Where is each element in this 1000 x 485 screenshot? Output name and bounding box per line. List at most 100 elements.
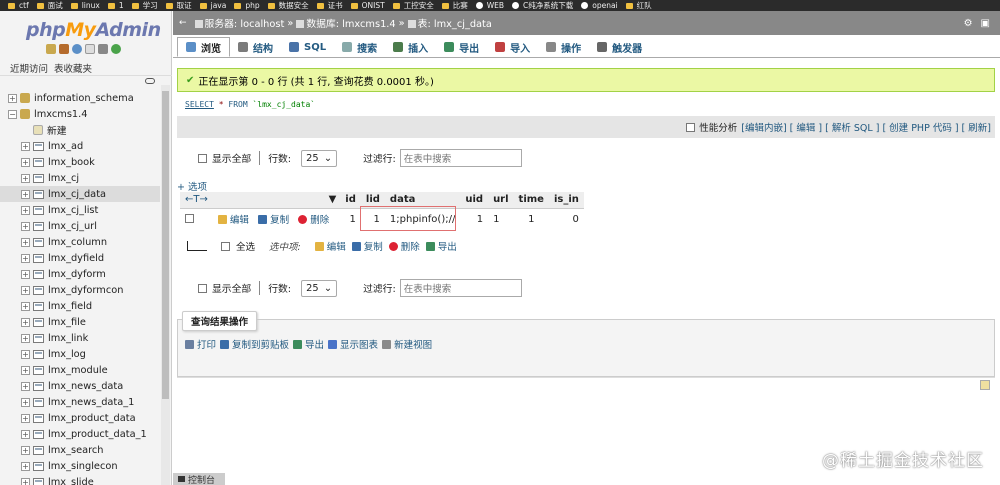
- expand-toggle-icon[interactable]: +: [21, 349, 30, 359]
- phpmyadmin-logo[interactable]: phpMyAdmin: [26, 19, 161, 41]
- expand-toggle-icon[interactable]: +: [21, 173, 30, 183]
- bookmark-icon[interactable]: [980, 380, 990, 390]
- expand-toggle-icon[interactable]: +: [21, 269, 30, 279]
- tree-item[interactable]: + lmx_slide: [0, 474, 160, 485]
- bookmark-item[interactable]: 比赛: [441, 0, 468, 11]
- sql-select-keyword[interactable]: SELECT: [185, 100, 214, 109]
- tree-item[interactable]: + lmx_dyformcon: [0, 282, 160, 298]
- row-copy-link[interactable]: 复制: [258, 212, 289, 226]
- filter-input[interactable]: 在表中搜索: [399, 279, 522, 297]
- export-button[interactable]: 导出: [293, 337, 324, 351]
- bookmark-item[interactable]: 证书: [316, 0, 343, 11]
- column-header-uid[interactable]: uid: [460, 192, 489, 209]
- expand-toggle-icon[interactable]: +: [21, 253, 30, 263]
- query-tool-links[interactable]: [编辑内嵌] [ 编辑 ] [ 解析 SQL ] [ 创建 PHP 代码 ] […: [741, 120, 991, 134]
- create-view-button[interactable]: 新建视图: [382, 337, 432, 351]
- cell-uid[interactable]: 1: [460, 208, 488, 230]
- tab-2[interactable]: SQL: [281, 37, 334, 57]
- reload-icon[interactable]: [111, 44, 121, 54]
- tree-item[interactable]: + lmx_dyform: [0, 266, 160, 282]
- link-with-main-icon[interactable]: [145, 78, 155, 84]
- show-chart-button[interactable]: 显示图表: [328, 337, 378, 351]
- bookmark-item[interactable]: C纯净系统下载: [512, 0, 573, 11]
- tab-6[interactable]: 导入: [487, 37, 538, 57]
- options-link[interactable]: + 选项: [177, 179, 207, 193]
- tab-7[interactable]: 操作: [538, 37, 589, 57]
- bulk-export-button[interactable]: 导出: [425, 239, 457, 253]
- expand-toggle-icon[interactable]: +: [21, 205, 30, 215]
- cell-id[interactable]: 1: [340, 208, 361, 230]
- row-edit-link[interactable]: 编辑: [217, 212, 249, 226]
- cell-is_in[interactable]: 0: [549, 208, 584, 230]
- tree-item[interactable]: + lmx_search: [0, 442, 160, 458]
- expand-toggle-icon[interactable]: +: [21, 429, 30, 439]
- tree-item[interactable]: + lmx_cj_list: [0, 202, 160, 218]
- cell-url[interactable]: 1: [488, 208, 513, 230]
- recent-tab[interactable]: 近期访问: [10, 61, 48, 75]
- tree-item[interactable]: − lmxcms1.4: [0, 106, 160, 122]
- scrollbar-thumb[interactable]: [162, 91, 169, 399]
- bookmark-item[interactable]: 数据安全: [267, 0, 309, 11]
- tree-item[interactable]: + lmx_dyfield: [0, 250, 160, 266]
- tree-item[interactable]: + lmx_link: [0, 330, 160, 346]
- bookmark-item[interactable]: 面试: [36, 0, 63, 11]
- bookmark-item[interactable]: php: [234, 1, 260, 10]
- expand-toggle-icon[interactable]: +: [8, 93, 17, 103]
- column-header-url[interactable]: url: [488, 192, 514, 209]
- favorites-tab[interactable]: 表收藏夹: [54, 61, 92, 75]
- console-tab[interactable]: 控制台: [173, 473, 225, 485]
- logout-icon[interactable]: [59, 44, 69, 54]
- bulk-edit-button[interactable]: 编辑: [314, 239, 346, 253]
- row-checkbox[interactable]: [185, 213, 194, 223]
- expand-toggle-icon[interactable]: +: [21, 445, 30, 455]
- bulk-copy-button[interactable]: 复制: [351, 239, 383, 253]
- tree-item[interactable]: + lmx_module: [0, 362, 160, 378]
- tab-4[interactable]: 插入: [385, 37, 436, 57]
- tree-item[interactable]: 新建: [0, 122, 160, 138]
- row-delete-link[interactable]: 删除: [298, 212, 329, 226]
- tree-item[interactable]: + lmx_book: [0, 154, 160, 170]
- tree-item[interactable]: + lmx_news_data: [0, 378, 160, 394]
- expand-toggle-icon[interactable]: +: [21, 157, 30, 167]
- home-icon[interactable]: [46, 44, 56, 54]
- expand-toggle-icon[interactable]: +: [21, 221, 30, 231]
- expand-toggle-icon[interactable]: +: [21, 397, 30, 407]
- bookmark-item[interactable]: WEB: [475, 1, 504, 10]
- tree-item[interactable]: + lmx_log: [0, 346, 160, 362]
- tab-1[interactable]: 结构: [230, 37, 281, 57]
- expand-toggle-icon[interactable]: +: [21, 285, 30, 295]
- expand-icon[interactable]: ▣: [981, 18, 990, 29]
- breadcrumb-table[interactable]: 表: lmx_cj_data: [407, 16, 492, 30]
- expand-toggle-icon[interactable]: +: [21, 189, 30, 199]
- expand-toggle-icon[interactable]: +: [21, 365, 30, 375]
- rows-select[interactable]: 25 ⌄: [301, 149, 338, 167]
- expand-toggle-icon[interactable]: +: [21, 477, 30, 485]
- expand-toggle-icon[interactable]: +: [21, 301, 30, 311]
- tree-item[interactable]: + lmx_cj_url: [0, 218, 160, 234]
- expand-toggle-icon[interactable]: +: [21, 333, 30, 343]
- bookmark-item[interactable]: 学习: [131, 0, 158, 11]
- expand-toggle-icon[interactable]: +: [21, 381, 30, 391]
- tab-0[interactable]: 浏览: [177, 37, 230, 57]
- tree-item[interactable]: + lmx_file: [0, 314, 160, 330]
- bookmark-item[interactable]: java: [199, 1, 226, 10]
- rows-select[interactable]: 25 ⌄: [301, 279, 338, 297]
- tree-item[interactable]: + lmx_cj: [0, 170, 160, 186]
- column-header-is_in[interactable]: is_in: [548, 192, 584, 209]
- expand-toggle-icon[interactable]: +: [21, 461, 30, 471]
- gear-icon[interactable]: ⚙: [964, 18, 973, 29]
- tree-item[interactable]: + information_schema: [0, 90, 160, 106]
- select-all-label[interactable]: 全选: [236, 239, 255, 253]
- tab-3[interactable]: 搜索: [334, 37, 385, 57]
- tree-item[interactable]: + lmx_ad: [0, 138, 160, 154]
- expand-toggle-icon[interactable]: +: [21, 317, 30, 327]
- tree-item[interactable]: + lmx_singlecon: [0, 458, 160, 474]
- bookmark-item[interactable]: linux: [70, 1, 100, 10]
- expand-toggle-icon[interactable]: +: [21, 237, 30, 247]
- docs-icon[interactable]: [85, 44, 95, 54]
- breadcrumb-database[interactable]: 数据库: lmxcms1.4: [296, 16, 396, 30]
- tree-item[interactable]: + lmx_column: [0, 234, 160, 250]
- filter-input[interactable]: 在表中搜索: [399, 149, 522, 167]
- sort-indicator[interactable]: ▼: [320, 192, 341, 209]
- bookmark-item[interactable]: 工控安全: [392, 0, 434, 11]
